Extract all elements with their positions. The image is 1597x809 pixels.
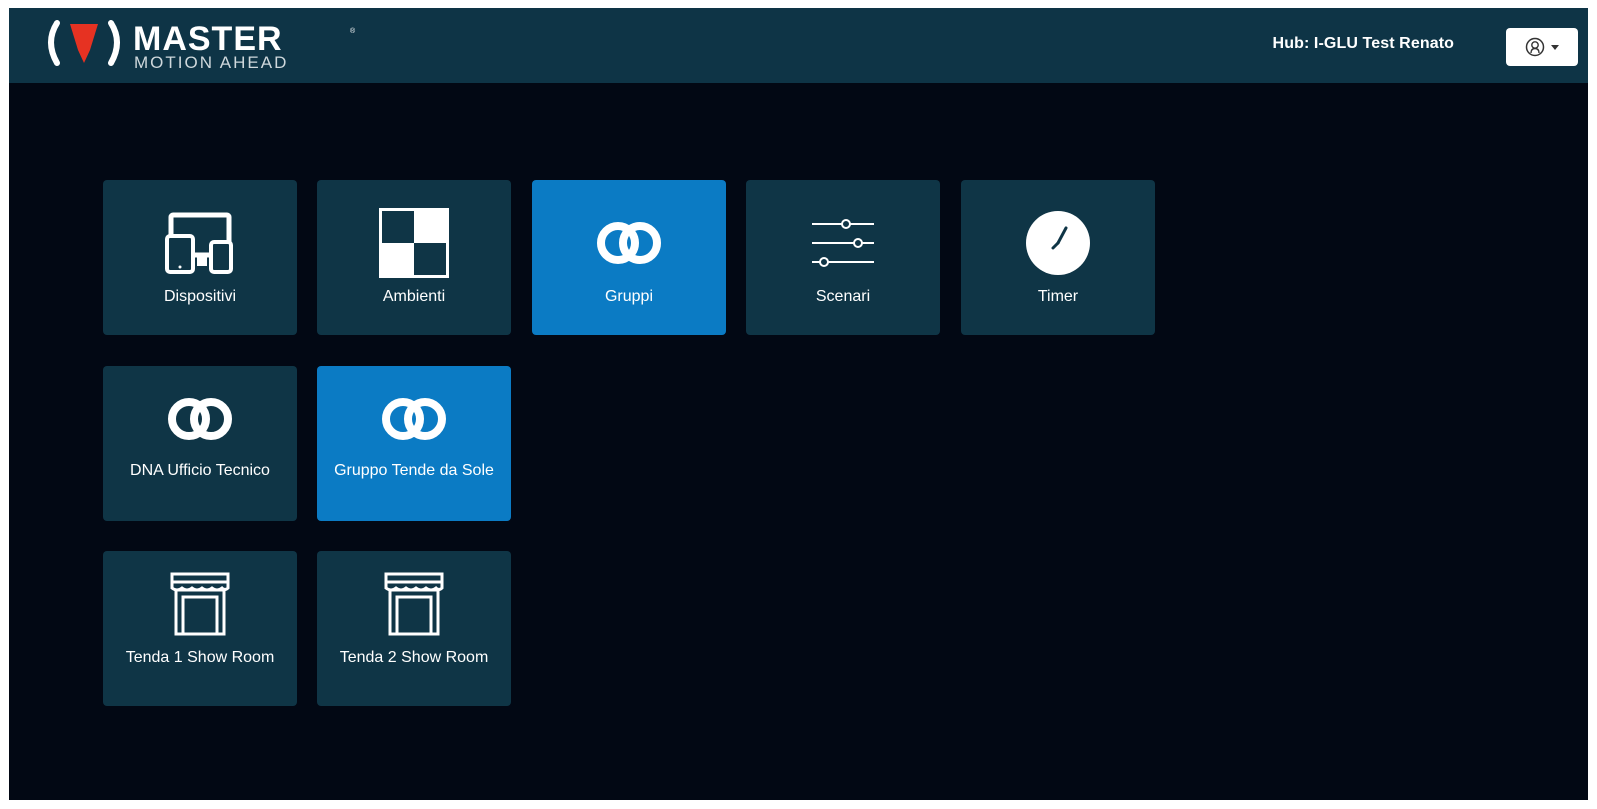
- devices-icon: [165, 212, 233, 274]
- rooms-icon: [379, 208, 449, 278]
- tile-ambienti[interactable]: Ambienti: [317, 180, 511, 335]
- tile-label: Gruppo Tende da Sole: [334, 462, 494, 479]
- brand-tagline: MOTION AHEAD: [134, 53, 288, 70]
- user-menu-button[interactable]: [1506, 28, 1578, 66]
- awning-icon: [384, 572, 444, 636]
- tile-label: Tenda 2 Show Room: [339, 649, 489, 666]
- tile-label: Tenda 1 Show Room: [125, 649, 275, 666]
- tile-scenari[interactable]: Scenari: [746, 180, 940, 335]
- tile-tenda-1-show-room[interactable]: Tenda 1 Show Room: [103, 551, 297, 706]
- top-navbar: MASTER ® MOTION AHEAD Hub: I-GLU Test Re…: [9, 8, 1588, 83]
- tile-label: Gruppi: [604, 288, 654, 305]
- svg-text:®: ®: [350, 27, 356, 35]
- clock-icon: [1026, 211, 1090, 275]
- tile-label: DNA Ufficio Tecnico: [130, 462, 270, 479]
- sliders-icon: [812, 219, 874, 267]
- user-circle-icon: [1525, 37, 1545, 57]
- hub-label: Hub: I-GLU Test Renato: [1272, 35, 1454, 52]
- tile-gruppo-tende-da-sole[interactable]: Gruppo Tende da Sole: [317, 366, 511, 521]
- chevron-down-icon: [1551, 44, 1559, 50]
- tile-dna-ufficio-tecnico[interactable]: DNA Ufficio Tecnico: [103, 366, 297, 521]
- awning-icon: [170, 572, 230, 636]
- groups-rings-icon: [382, 398, 446, 440]
- tile-label: Dispositivi: [163, 288, 236, 305]
- tile-label: Ambienti: [382, 288, 446, 305]
- tile-label: Timer: [1037, 288, 1079, 305]
- tile-timer[interactable]: Timer: [961, 180, 1155, 335]
- groups-rings-icon: [168, 398, 232, 440]
- master-logo[interactable]: MASTER ® MOTION AHEAD: [43, 20, 373, 70]
- app-frame: MASTER ® MOTION AHEAD Hub: I-GLU Test Re…: [9, 8, 1588, 800]
- tile-gruppi[interactable]: Gruppi: [532, 180, 726, 335]
- tile-label: Scenari: [815, 288, 871, 305]
- tile-tenda-2-show-room[interactable]: Tenda 2 Show Room: [317, 551, 511, 706]
- groups-rings-icon: [597, 222, 661, 264]
- tile-dispositivi[interactable]: Dispositivi: [103, 180, 297, 335]
